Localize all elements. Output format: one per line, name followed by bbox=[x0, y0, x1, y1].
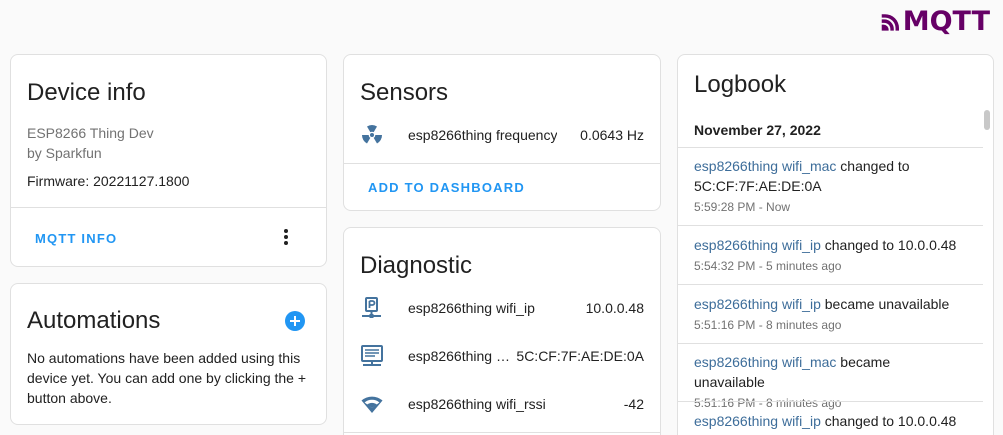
log-message: changed to bbox=[836, 158, 910, 174]
sensors-card: Sensors esp8266thing frequency 0.0643 Hz… bbox=[343, 54, 661, 211]
log-time: 5:59:28 PM - Now bbox=[694, 200, 791, 214]
divider bbox=[678, 147, 983, 148]
device-firmware: Firmware: 20221127.1800 bbox=[27, 173, 190, 189]
ip-network-icon bbox=[360, 296, 384, 320]
logbook-title: Logbook bbox=[694, 71, 787, 98]
plus-circle-icon[interactable] bbox=[284, 310, 306, 332]
sensor-name: esp8266thing frequency bbox=[408, 127, 558, 143]
log-entry: esp8266thing wifi_ip became unavailable … bbox=[694, 294, 963, 334]
device-model: ESP8266 Thing Dev bbox=[27, 125, 154, 141]
log-message: became unavailable bbox=[820, 296, 950, 312]
more-vert-icon[interactable] bbox=[274, 225, 298, 249]
log-entity-link[interactable]: esp8266thing wifi_ip bbox=[694, 237, 821, 253]
device-manufacturer: by Sparkfun bbox=[27, 145, 102, 161]
automations-title: Automations bbox=[27, 307, 161, 334]
logbook-scrollbar[interactable] bbox=[984, 110, 990, 130]
logbook-card: Logbook November 27, 2022 esp8266thing w… bbox=[677, 54, 994, 435]
diagnostic-name: esp8266thing wifi_rssi bbox=[408, 396, 546, 412]
divider bbox=[678, 343, 983, 344]
log-entry: esp8266thing wifi_mac became unavailable… bbox=[694, 352, 963, 412]
device-info-title: Device info bbox=[27, 79, 146, 106]
mqtt-logo-text: MQTT bbox=[902, 6, 990, 37]
automations-card: Automations No automations have been add… bbox=[10, 283, 327, 425]
automations-empty-text: No automations have been added using thi… bbox=[27, 350, 307, 406]
log-message: changed to 10.0.0.48 bbox=[820, 237, 957, 253]
log-entity-link[interactable]: esp8266thing wifi_mac bbox=[694, 158, 836, 174]
network-card-icon bbox=[360, 344, 384, 368]
log-entity-link[interactable]: esp8266thing wifi_mac bbox=[694, 354, 836, 370]
log-message: changed to 10.0.0.48 bbox=[820, 413, 957, 429]
diagnostic-row-wifi-ip[interactable]: esp8266thing wifi_ip 10.0.0.48 bbox=[344, 288, 660, 328]
device-info-card: Device info ESP8266 Thing Dev by Sparkfu… bbox=[10, 54, 327, 267]
sensor-value: 0.0643 Hz bbox=[580, 127, 644, 143]
divider bbox=[344, 163, 660, 164]
diagnostic-title: Diagnostic bbox=[360, 252, 473, 279]
log-message-cont: 5C:CF:7F:AE:DE:0A bbox=[694, 178, 822, 194]
add-to-dashboard-button[interactable]: ADD TO DASHBOARD bbox=[368, 180, 525, 195]
log-entity-link[interactable]: esp8266thing wifi_ip bbox=[694, 296, 821, 312]
divider bbox=[11, 207, 326, 208]
diagnostic-value: 10.0.0.48 bbox=[585, 300, 644, 316]
divider bbox=[678, 225, 983, 226]
log-time: 5:51:16 PM - 8 minutes ago bbox=[694, 396, 842, 410]
mqtt-logo-icon bbox=[881, 14, 899, 31]
sensors-title: Sensors bbox=[360, 79, 449, 106]
diagnostic-name: esp8266thing w… bbox=[408, 348, 520, 364]
sensor-row-frequency[interactable]: esp8266thing frequency 0.0643 Hz bbox=[344, 115, 660, 155]
diagnostic-card: Diagnostic esp8266thing wifi_ip 10.0.0.4… bbox=[343, 227, 661, 435]
diagnostic-value: 5C:CF:7F:AE:DE:0A bbox=[516, 348, 644, 364]
log-entry: esp8266thing wifi_ip changed to 10.0.0.4… bbox=[694, 411, 963, 431]
mqtt-info-button[interactable]: MQTT INFO bbox=[35, 231, 117, 246]
divider bbox=[678, 284, 983, 285]
radioactive-icon bbox=[360, 123, 384, 147]
diagnostic-name: esp8266thing wifi_ip bbox=[408, 300, 535, 316]
mqtt-logo: MQTT bbox=[880, 7, 990, 37]
diagnostic-value: -42 bbox=[623, 396, 644, 412]
log-time: 5:51:16 PM - 8 minutes ago bbox=[694, 318, 842, 332]
log-entity-link[interactable]: esp8266thing wifi_ip bbox=[694, 413, 821, 429]
logbook-date: November 27, 2022 bbox=[694, 122, 821, 138]
diagnostic-row-wifi-rssi[interactable]: esp8266thing wifi_rssi -42 bbox=[344, 384, 660, 424]
log-time: 5:54:32 PM - 5 minutes ago bbox=[694, 259, 842, 273]
log-entry: esp8266thing wifi_ip changed to 10.0.0.4… bbox=[694, 235, 963, 275]
log-entry: esp8266thing wifi_mac changed to 5C:CF:7… bbox=[694, 156, 963, 216]
diagnostic-row-wifi-mac[interactable]: esp8266thing w… 5C:CF:7F:AE:DE:0A bbox=[344, 336, 660, 376]
wifi-icon bbox=[360, 392, 384, 416]
divider bbox=[678, 401, 983, 402]
divider bbox=[344, 432, 660, 433]
